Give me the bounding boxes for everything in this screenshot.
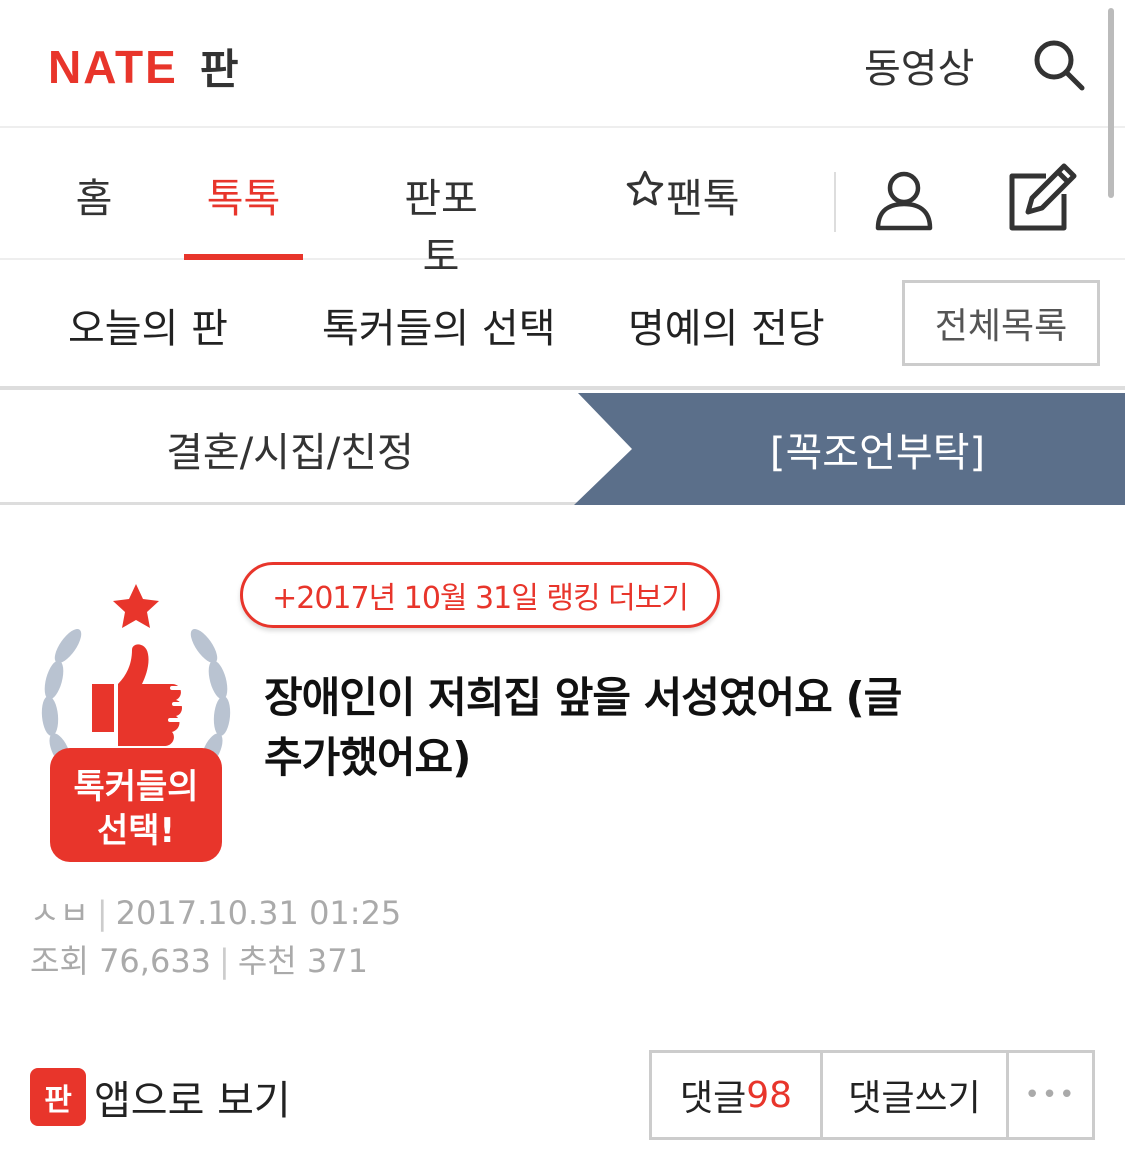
logo-section: 판 [199, 45, 239, 94]
comments-count: 98 [746, 1074, 793, 1116]
ranking-more-link[interactable]: +2017년 10월 31일 랭킹 더보기 [240, 562, 720, 628]
write-post-button[interactable] [1006, 162, 1078, 234]
views-count: 76,633 [99, 942, 212, 980]
write-comment-button[interactable]: 댓글쓰기 [823, 1053, 1009, 1137]
edit-icon [1009, 163, 1077, 231]
recommend-label: 추천 [237, 942, 297, 980]
open-in-app-label: 앱으로 보기 [94, 1078, 291, 1124]
tab-fan-talk-label: 팬톡 [666, 176, 740, 222]
post-meta-author-date: ㅅㅂ | 2017.10.31 01:25 [30, 888, 401, 934]
subnav-today-pann[interactable]: 오늘의 판 [68, 296, 228, 354]
recommend-count: 371 [306, 942, 368, 980]
breadcrumb-subcategory[interactable]: [꼭조언부탁] [630, 393, 1125, 505]
post-meta-stats: 조회 76,633 | 추천 371 [30, 936, 368, 982]
subnav-hall-of-fame[interactable]: 명예의 전당 [628, 296, 825, 354]
thumbs-up-laurel-icon: 톡커들의 선택! [41, 584, 231, 862]
nate-pann-logo[interactable]: NATE 판 [48, 36, 238, 97]
emblem-text-line1: 톡커들의 [73, 767, 198, 807]
tab-talk[interactable]: 톡톡 [184, 166, 303, 260]
logo-brand: NATE [48, 40, 178, 93]
top-header: NATE 판 동영상 [0, 0, 1125, 198]
breadcrumb-category[interactable]: 결혼/시집/친정 [0, 393, 580, 505]
subnav-talkers-choice[interactable]: 톡커들의 선택 [322, 296, 556, 354]
user-icon [875, 171, 933, 231]
tab-pann-photo[interactable]: 판포토 [386, 166, 496, 280]
nav-divider [834, 172, 836, 232]
more-options-button[interactable]: ••• [1009, 1053, 1092, 1137]
tab-fan-talk[interactable]: 팬톡 [624, 166, 748, 260]
tab-home[interactable]: 홈 [74, 166, 114, 260]
video-link[interactable]: 동영상 [864, 36, 974, 94]
post-action-bar: 댓글 98 댓글쓰기 ••• [649, 1050, 1095, 1140]
category-breadcrumb: 결혼/시집/친정 [꼭조언부탁] [0, 393, 1125, 505]
emblem-text-line2: 선택! [97, 811, 175, 851]
comments-label: 댓글 [679, 1078, 747, 1119]
meta-separator: | [219, 942, 230, 980]
my-page-button[interactable] [872, 168, 936, 232]
post-title: 장애인이 저희집 앞을 서성였어요 (글 추가했어요) [264, 673, 902, 782]
sub-nav: 오늘의 판 톡커들의 선택 명예의 전당 전체목록 [0, 260, 1125, 390]
talkers-choice-emblem: 톡커들의 선택! [30, 576, 242, 866]
star-icon [626, 170, 664, 206]
post-datetime: 2017.10.31 01:25 [115, 894, 402, 932]
pann-app-icon: 판 [30, 1068, 86, 1126]
search-icon [1034, 40, 1085, 91]
search-button[interactable] [1030, 36, 1088, 94]
post-author[interactable]: ㅅㅂ [30, 894, 89, 932]
all-list-button[interactable]: 전체목록 [902, 280, 1100, 366]
views-label: 조회 [30, 942, 89, 980]
main-nav: 홈 톡톡 판포토 팬톡 [0, 128, 1125, 280]
open-in-app-link[interactable]: 판 앱으로 보기 [30, 1068, 291, 1126]
meta-separator: | [96, 894, 108, 932]
comments-button[interactable]: 댓글 98 [652, 1053, 823, 1137]
